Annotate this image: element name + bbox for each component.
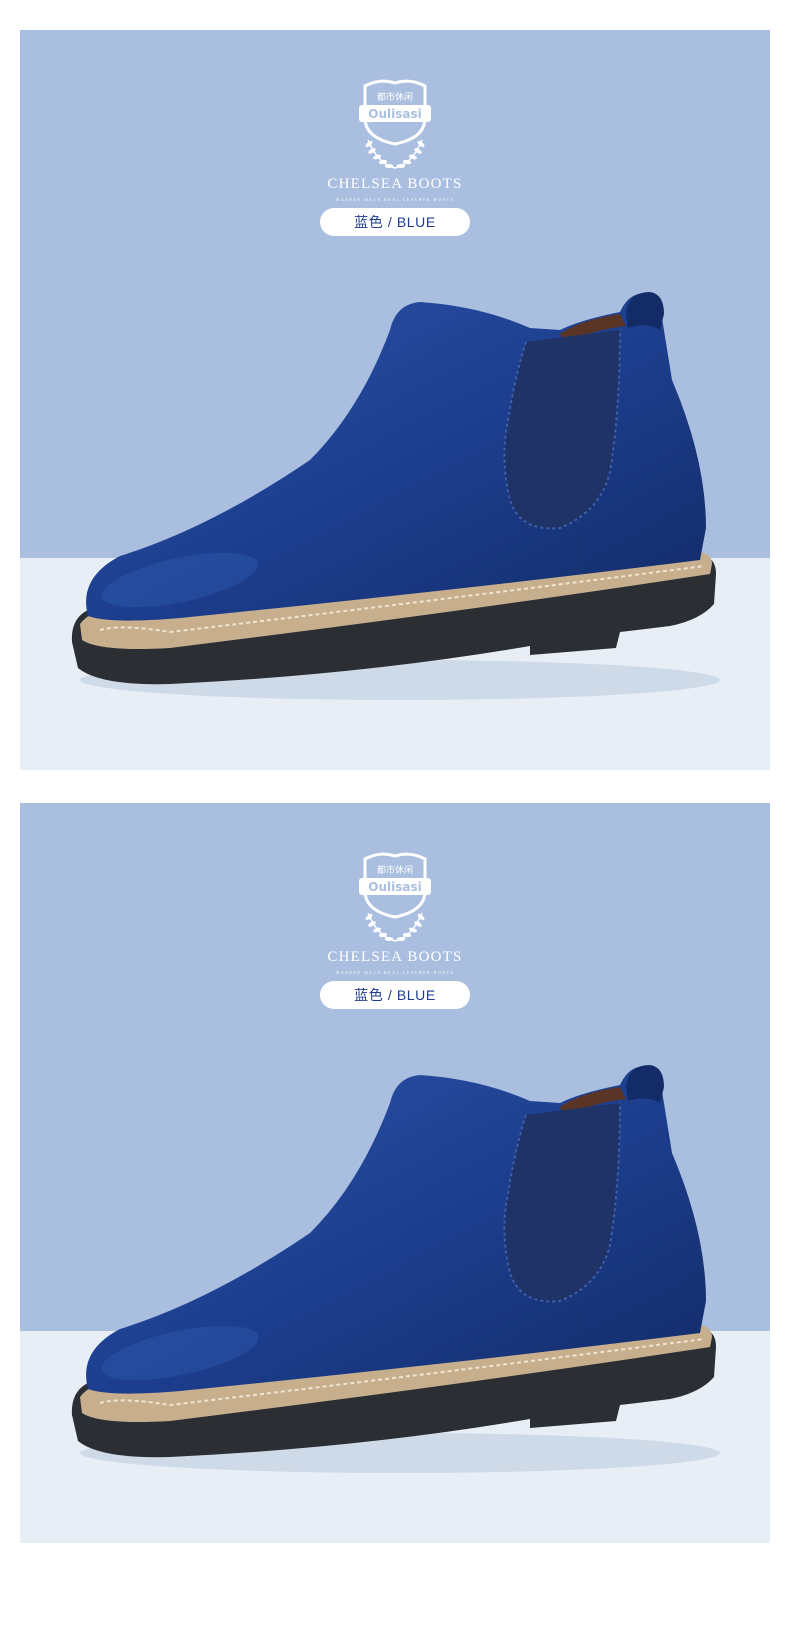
logo-brand-text: Oulisasi — [368, 880, 421, 894]
color-label-badge: 蓝色 / BLUE — [320, 981, 470, 1009]
brand-shield-logo: 都市休闲 Oulisasi — [359, 852, 431, 942]
product-subtitle: MASHEN MALE REAL LEATHER BOOTS — [335, 970, 455, 975]
brand-shield-logo: 都市休闲 Oulisasi — [359, 79, 431, 169]
logo-chinese-text: 都市休闲 — [377, 91, 413, 103]
product-subtitle: MASHEN MALE REAL LEATHER BOOTS — [335, 197, 455, 202]
product-color-panel: 都市休闲 Oulisasi CHELSEA BOOTS MASHEN MALE REA… — [20, 30, 770, 770]
product-title: CHELSEA BOOTS — [327, 176, 463, 192]
chelsea-boot-image — [71, 1065, 720, 1473]
product-title: CHELSEA BOOTS — [327, 949, 463, 965]
chelsea-boot-image — [71, 292, 720, 700]
product-color-panel: 都市休闲 Oulisasi CHELSEA BOOTS MASHEN MALE REA… — [20, 803, 770, 1543]
logo-brand-text: Oulisasi — [368, 107, 421, 121]
logo-chinese-text: 都市休闲 — [377, 864, 413, 876]
color-label-badge: 蓝色 / BLUE — [320, 208, 470, 236]
